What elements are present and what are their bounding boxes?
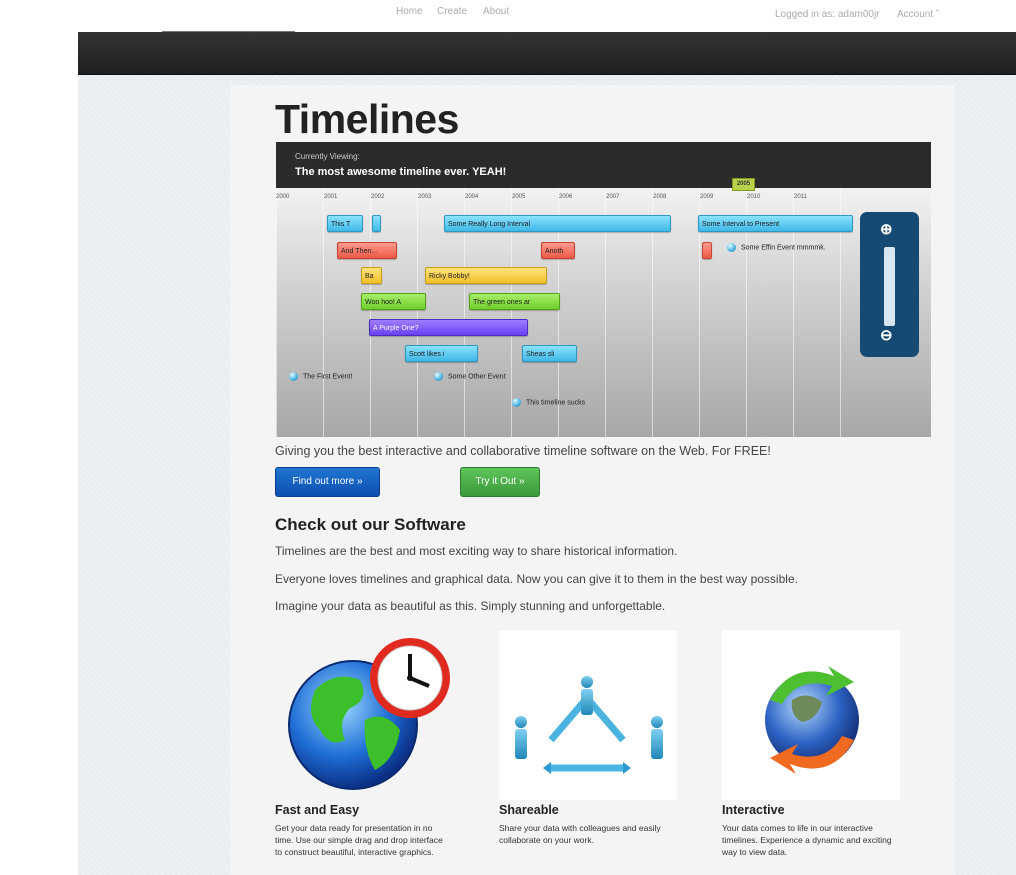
try-it-out-button[interactable]: Try it Out » — [460, 467, 540, 497]
account-menu[interactable]: Account ˇ — [897, 9, 939, 20]
year-label: 2002 — [371, 194, 385, 200]
top-navbar — [78, 32, 1016, 75]
tagline: Giving you the best interactive and coll… — [275, 444, 771, 458]
point-label: Some Effin Event mmmmk. — [741, 244, 826, 252]
year-label: 2009 — [700, 194, 714, 200]
timeline-event[interactable]: Some Really Long Interval — [444, 215, 671, 232]
timeline-event[interactable]: Ricky Bobby! — [425, 267, 547, 284]
timeline-event[interactable]: Some Interval to Present — [698, 215, 853, 232]
point-label: Some Other Event — [448, 373, 506, 381]
year-gridline — [370, 188, 371, 437]
timeline-event[interactable]: A Purple One? — [369, 319, 528, 336]
timeline-widget[interactable]: 2000 2001 2002 2003 2004 2005 2006 2007 … — [276, 188, 931, 437]
timeline-event[interactable]: Scott likes i — [405, 345, 478, 362]
zoom-slider[interactable] — [884, 247, 895, 326]
event-dot-icon — [727, 243, 736, 252]
timeline-header: Currently Viewing: The most awesome time… — [276, 142, 931, 188]
point-label: This timeline sucks — [526, 399, 586, 407]
section-title: Check out our Software — [275, 515, 466, 534]
zoom-in-icon[interactable]: ⊕ — [880, 220, 893, 238]
timeline-point-event[interactable]: The First Event! — [289, 372, 352, 382]
year-gridline — [276, 188, 277, 437]
section-paragraph: Timelines are the best and most exciting… — [275, 544, 678, 558]
brand-logo[interactable]: chronoview — [162, 6, 295, 32]
year-label: 2008 — [653, 194, 667, 200]
timeline-point-event[interactable]: This timeline sucks — [512, 398, 585, 408]
year-label: 2010 — [747, 194, 761, 200]
year-gridline — [417, 188, 418, 437]
point-label: The First Event! — [303, 373, 353, 381]
timeline-event[interactable]: Ba — [361, 267, 382, 284]
timeline-event[interactable] — [702, 242, 712, 259]
timeline-event[interactable]: Woo hoo! A — [361, 293, 426, 310]
currently-viewing-label: Currently Viewing: — [295, 152, 360, 161]
year-label: 2000 — [276, 194, 290, 200]
timeline-event[interactable] — [372, 215, 381, 232]
timeline-event[interactable]: Anoth — [541, 242, 575, 259]
event-dot-icon — [289, 372, 298, 381]
zoom-out-icon[interactable]: ⊖ — [880, 326, 893, 344]
timeline-title: The most awesome timeline ever. YEAH! — [295, 166, 507, 178]
zoom-control: ⊕ ⊖ — [860, 212, 919, 357]
year-label: 2001 — [324, 194, 338, 200]
page-title: Timelines — [275, 96, 459, 142]
feature-title: Fast and Easy — [275, 803, 360, 817]
timeline-event[interactable]: And Then... — [337, 242, 397, 259]
timeline-event[interactable]: This T — [327, 215, 363, 232]
event-dot-icon — [512, 398, 521, 407]
globe-arrows-icon — [722, 630, 900, 800]
people-network-icon — [499, 630, 677, 800]
year-label: 2007 — [606, 194, 620, 200]
timeline-point-event[interactable]: Some Other Event — [434, 372, 506, 382]
year-gridline — [323, 188, 324, 437]
section-paragraph: Everyone loves timelines and graphical d… — [275, 572, 798, 586]
timeline-point-event[interactable]: Some Effin Event mmmmk. — [727, 243, 826, 253]
year-label: 2011 — [794, 194, 807, 200]
year-label: 2003 — [418, 194, 432, 200]
feature-text: Your data comes to life in our interacti… — [722, 823, 892, 857]
year-label: 2005 — [512, 194, 526, 200]
globe-clock-icon — [275, 630, 453, 800]
nav-about[interactable]: About — [483, 6, 509, 17]
event-dot-icon — [434, 372, 443, 381]
feature-title: Interactive — [722, 803, 785, 817]
feature-text: Get your data ready for presentation in … — [275, 823, 443, 857]
feature-title: Shareable — [499, 803, 559, 817]
current-year-marker[interactable]: 2005 — [732, 178, 755, 191]
feature-text: Share your data with colleagues and easi… — [499, 823, 661, 845]
logged-in-status: Logged in as: adam00jr — [775, 9, 880, 20]
nav-create[interactable]: Create — [437, 6, 467, 17]
year-label: 2004 — [465, 194, 479, 200]
timeline-event[interactable]: Sheas sli — [522, 345, 577, 362]
timeline-event[interactable]: The green ones ar — [469, 293, 560, 310]
section-paragraph: Imagine your data as beautiful as this. … — [275, 599, 666, 613]
year-label: 2006 — [559, 194, 573, 200]
nav-home[interactable]: Home — [396, 6, 423, 17]
find-out-more-button[interactable]: Find out more » — [275, 467, 380, 497]
